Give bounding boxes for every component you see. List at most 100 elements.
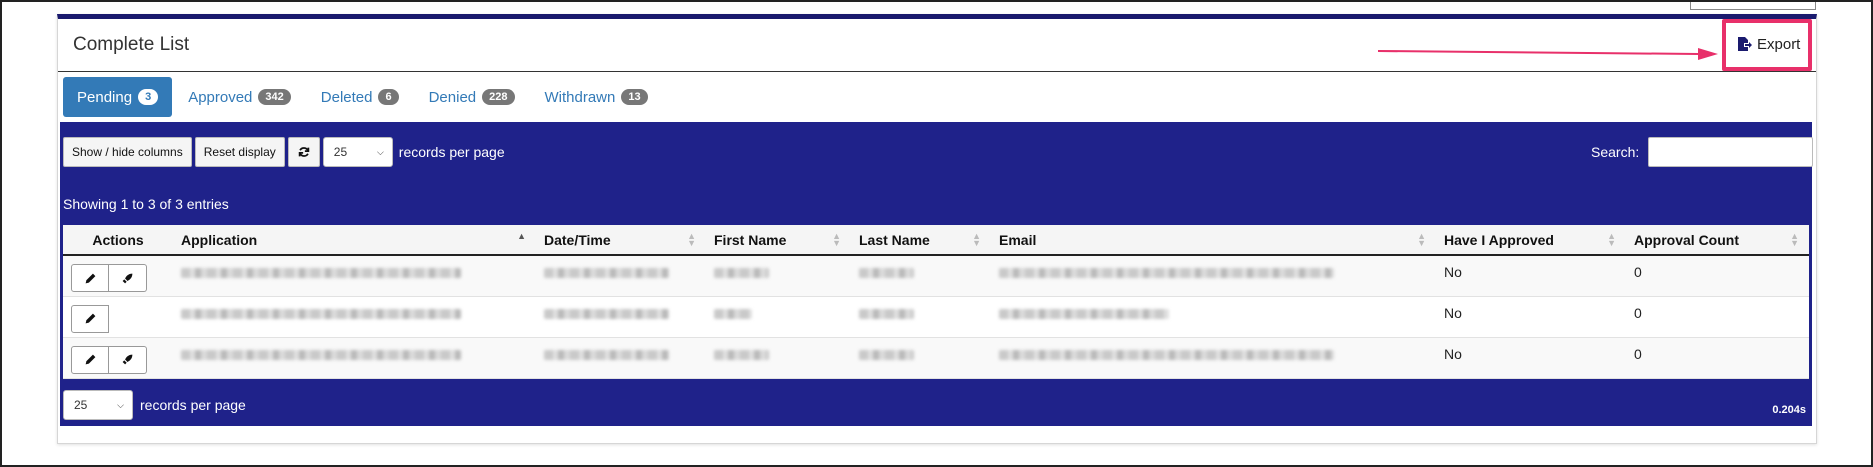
datetime-cell — [536, 296, 706, 338]
redacted-text — [544, 268, 669, 278]
rocket-icon — [122, 273, 133, 283]
status-tabs: Pending 3 Approved 342 Deleted 6 Denied … — [63, 77, 662, 117]
edit-button[interactable] — [71, 345, 109, 374]
first-name-cell — [706, 296, 851, 338]
pencil-icon — [85, 354, 95, 365]
have-approved-cell: No — [1436, 296, 1626, 338]
redacted-text — [181, 308, 461, 319]
tab-denied[interactable]: Denied 228 — [415, 77, 529, 117]
file-export-icon — [1738, 37, 1752, 51]
page-size-select[interactable]: 25 ⌵ — [322, 137, 393, 167]
datetime-cell — [536, 255, 706, 297]
redacted-text — [181, 268, 461, 278]
count-badge: 3 — [138, 89, 159, 105]
tab-approved[interactable]: Approved 342 — [174, 77, 305, 117]
have-approved-cell: No — [1436, 255, 1626, 297]
application-cell — [173, 255, 536, 297]
records-per-page-label: records per page — [140, 397, 246, 413]
action-buttons — [71, 264, 147, 292]
tab-label: Approved — [188, 88, 253, 106]
sort-icon: ▲ ▼ — [972, 231, 981, 248]
sort-asc-icon: ▲ — [517, 231, 526, 241]
table-row: No 0 — [63, 255, 1809, 297]
application-cell — [173, 296, 536, 338]
datatable-wrapper: Show / hide columns Reset display 25 ⌵ r… — [60, 122, 1813, 426]
application-cell — [173, 337, 536, 379]
column-header-approval-count[interactable]: Approval Count ▲ ▼ — [1626, 225, 1809, 256]
top-edge-element — [1690, 0, 1816, 10]
records-per-page-label: records per page — [398, 144, 505, 160]
tab-label: Denied — [428, 88, 477, 106]
redacted-text — [999, 268, 1334, 278]
footer-page-size-select[interactable]: 25 ⌵ — [63, 390, 133, 420]
email-cell — [991, 296, 1436, 338]
redacted-text — [999, 308, 1169, 319]
column-header-datetime[interactable]: Date/Time ▲ ▼ — [536, 225, 706, 256]
refresh-icon — [298, 147, 310, 157]
last-name-cell — [851, 296, 991, 338]
page-size-value: 25 — [333, 145, 348, 159]
table-toolbar: Show / hide columns Reset display 25 ⌵ r… — [63, 137, 505, 167]
table-row: No 0 — [63, 296, 1809, 338]
launch-button[interactable] — [109, 345, 147, 374]
last-name-cell — [851, 255, 991, 297]
approval-count-cell: 0 — [1626, 296, 1809, 338]
last-name-cell — [851, 337, 991, 379]
table-row: No 0 — [63, 337, 1809, 379]
search-label: Search: — [1591, 144, 1640, 160]
launch-button[interactable] — [109, 264, 147, 292]
table-header-row: Actions Application ▲ Date/Time ▲ ▼ First N… — [63, 225, 1809, 256]
column-header-email[interactable]: Email ▲ ▼ — [991, 225, 1436, 256]
count-badge: 228 — [482, 89, 515, 105]
actions-cell — [63, 296, 173, 338]
redacted-text — [544, 308, 669, 319]
reset-display-button[interactable]: Reset display — [194, 137, 285, 167]
edit-button[interactable] — [71, 304, 109, 333]
redacted-text — [859, 349, 914, 360]
email-cell — [991, 337, 1436, 379]
datetime-cell — [536, 337, 706, 379]
edit-button[interactable] — [71, 264, 109, 292]
column-header-last-name[interactable]: Last Name ▲ ▼ — [851, 225, 991, 256]
tab-withdrawn[interactable]: Withdrawn 13 — [531, 77, 662, 117]
annotation-arrow — [1378, 48, 1718, 60]
pencil-icon — [85, 313, 95, 324]
show-hide-columns-button[interactable]: Show / hide columns — [63, 137, 192, 167]
chevron-down-icon: ⌵ — [117, 399, 124, 410]
redacted-text — [999, 349, 1334, 360]
tab-label: Withdrawn — [544, 88, 616, 106]
redacted-text — [544, 349, 669, 360]
table-footer: 25 ⌵ records per page — [63, 390, 246, 420]
count-badge: 342 — [258, 89, 291, 105]
redacted-text — [181, 349, 461, 360]
tab-pending[interactable]: Pending 3 — [63, 77, 173, 117]
rocket-icon — [122, 354, 133, 365]
count-badge: 6 — [378, 89, 399, 105]
first-name-cell — [706, 337, 851, 379]
sort-icon: ▲ ▼ — [1417, 231, 1426, 248]
tab-deleted[interactable]: Deleted 6 — [307, 77, 413, 117]
tab-label: Pending — [77, 88, 133, 106]
redacted-text — [714, 349, 769, 360]
panel-title: Complete List — [73, 34, 190, 55]
sort-icon: ▲ ▼ — [1607, 231, 1616, 248]
count-badge: 13 — [621, 89, 648, 105]
search-input[interactable] — [1648, 137, 1813, 167]
applications-table: Actions Application ▲ Date/Time ▲ ▼ First N… — [63, 225, 1809, 379]
refresh-button[interactable] — [287, 137, 320, 167]
redacted-text — [859, 308, 914, 319]
sort-icon: ▲ ▼ — [832, 231, 841, 248]
column-header-have-i-approved[interactable]: Have I Approved ▲ ▼ — [1436, 225, 1626, 256]
column-header-actions: Actions — [63, 225, 173, 256]
entries-info: Showing 1 to 3 of 3 entries — [63, 196, 229, 212]
approval-count-cell: 0 — [1626, 337, 1809, 379]
complete-list-panel: Complete List Export Pending 3 Approved … — [57, 14, 1817, 444]
have-approved-cell: No — [1436, 337, 1626, 379]
chevron-down-icon: ⌵ — [376, 146, 384, 157]
column-header-application[interactable]: Application ▲ — [173, 225, 536, 256]
redacted-text — [714, 268, 769, 278]
export-button[interactable]: Export — [1730, 29, 1806, 59]
column-header-first-name[interactable]: First Name ▲ ▼ — [706, 225, 851, 256]
tab-label: Deleted — [320, 88, 373, 106]
redacted-text — [859, 268, 914, 278]
